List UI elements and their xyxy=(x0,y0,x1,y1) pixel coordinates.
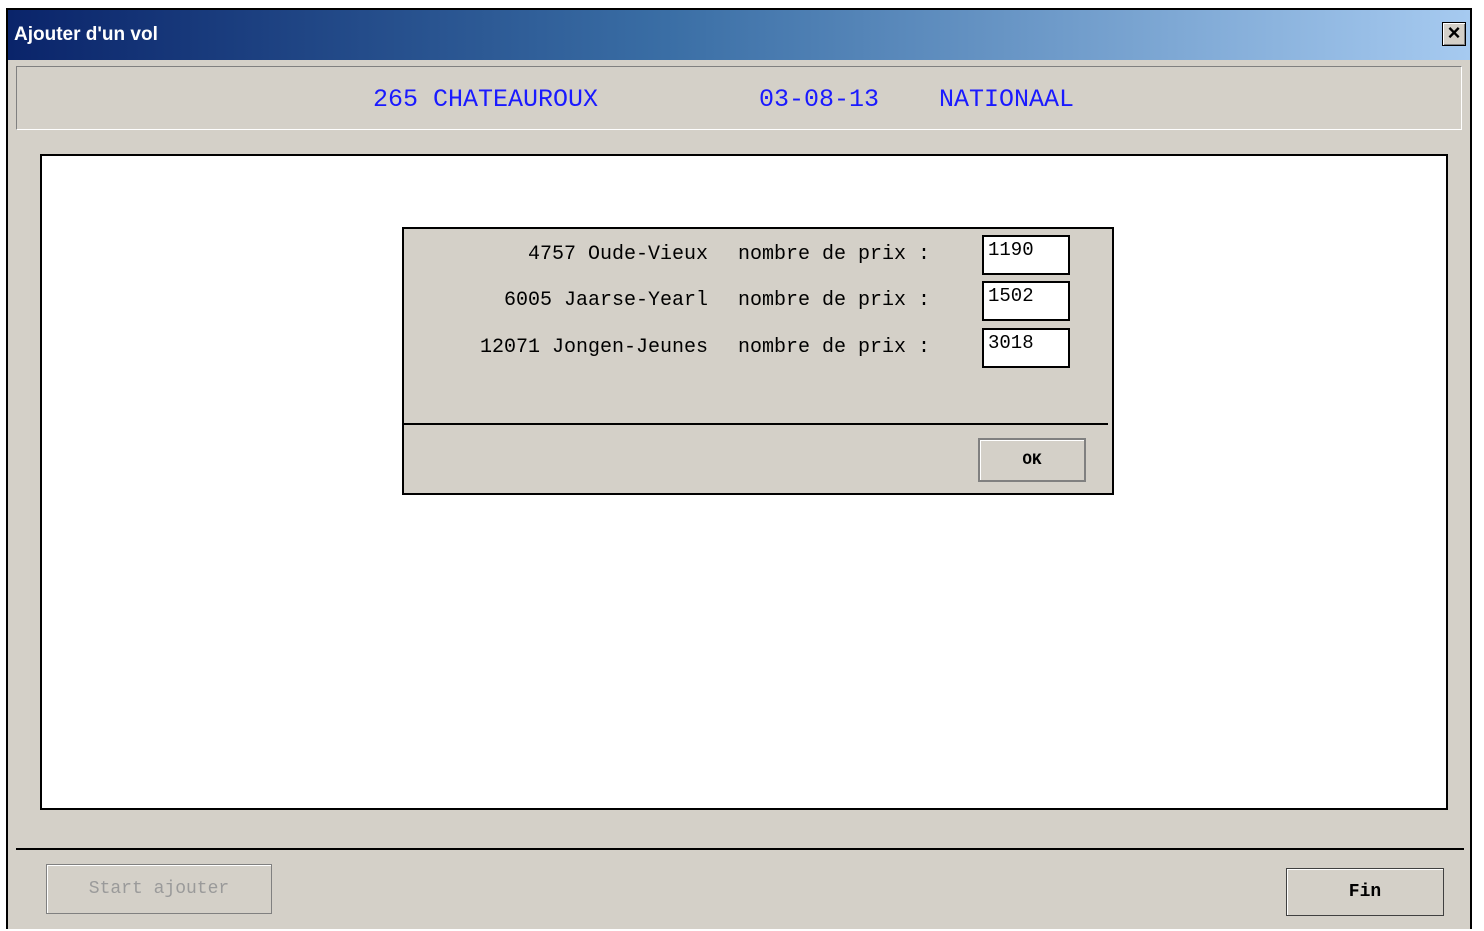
prize-count-label: nombre de prix : xyxy=(738,243,931,266)
category-row: 12071 Jongen-Jeunes nombre de prix : 301… xyxy=(404,328,1112,368)
prize-count-input-old[interactable]: 1190 xyxy=(982,235,1070,275)
content-panel: 4757 Oude-Vieux nombre de prix : 1190 60… xyxy=(40,154,1448,810)
category-row: 6005 Jaarse-Yearl nombre de prix : 1502 xyxy=(404,281,1112,321)
category-label: 4757 Oude-Vieux xyxy=(527,243,708,266)
category-label: 6005 Jaarse-Yearl xyxy=(503,289,708,312)
bottom-divider xyxy=(16,848,1464,850)
ok-button[interactable]: OK xyxy=(978,438,1086,482)
prize-count-dialog: 4757 Oude-Vieux nombre de prix : 1190 60… xyxy=(402,227,1114,495)
prize-count-input-yearling[interactable]: 1502 xyxy=(982,281,1070,321)
close-button[interactable]: × xyxy=(1442,22,1466,46)
start-add-button[interactable]: Start ajouter xyxy=(46,864,272,914)
close-icon: × xyxy=(1447,20,1461,45)
category-row: 4757 Oude-Vieux nombre de prix : 1190 xyxy=(404,235,1112,275)
prize-count-label: nombre de prix : xyxy=(738,336,931,359)
flight-info-bar: 265 CHATEAUROUX 03-08-13 NATIONAAL xyxy=(16,66,1462,130)
category-label: 12071 Jongen-Jeunes xyxy=(479,336,708,359)
race-name: 265 CHATEAUROUX xyxy=(373,85,599,114)
race-type: NATIONAAL xyxy=(939,85,1075,114)
add-flight-window: Ajouter d'un vol × 265 CHATEAUROUX 03-08… xyxy=(6,8,1472,929)
title-bar[interactable]: Ajouter d'un vol × xyxy=(8,10,1470,60)
window-title: Ajouter d'un vol xyxy=(14,24,158,45)
dialog-divider xyxy=(404,423,1108,425)
race-date: 03-08-13 xyxy=(759,85,880,114)
finish-button[interactable]: Fin xyxy=(1286,868,1444,916)
prize-count-input-young[interactable]: 3018 xyxy=(982,328,1070,368)
prize-count-label: nombre de prix : xyxy=(738,289,931,312)
